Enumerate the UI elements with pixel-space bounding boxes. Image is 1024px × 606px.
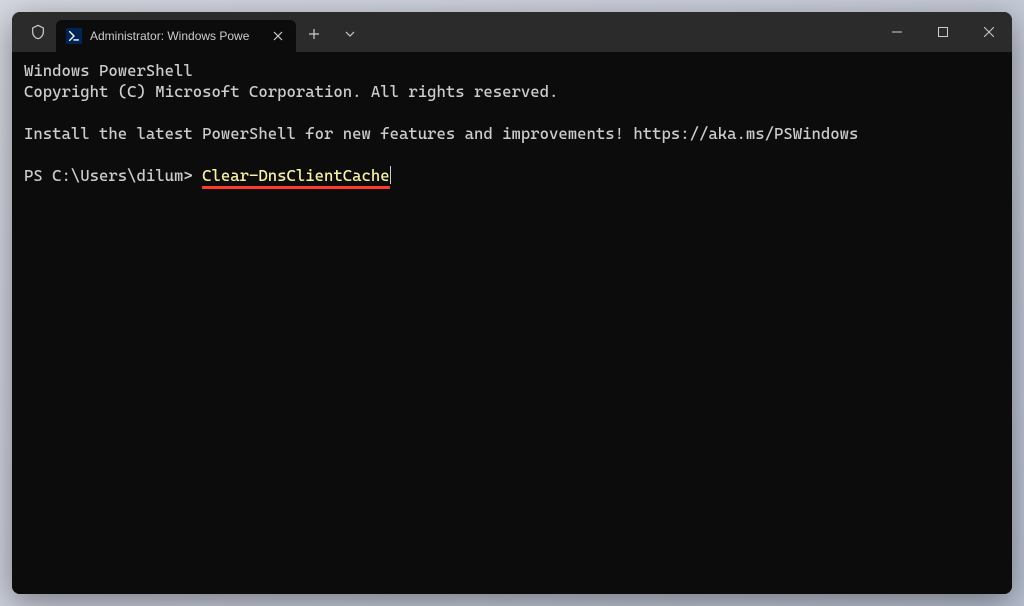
plus-icon [308, 28, 320, 40]
terminal-line: Copyright (C) Microsoft Corporation. All… [24, 81, 1000, 102]
tab-title: Administrator: Windows Powe [90, 29, 264, 43]
annotation-underline [202, 186, 390, 189]
terminal-line: Windows PowerShell [24, 60, 1000, 81]
maximize-button[interactable] [920, 12, 966, 52]
minimize-button[interactable] [874, 12, 920, 52]
terminal-window: Administrator: Windows Powe [12, 12, 1012, 594]
command-text: Clear-DnsClientCache [202, 166, 390, 185]
prompt-text: PS C:\Users\dilum> [24, 165, 202, 186]
titlebar[interactable]: Administrator: Windows Powe [12, 12, 1012, 52]
prompt-line: PS C:\Users\dilum> Clear-DnsClientCache [24, 165, 1000, 186]
terminal-line: Install the latest PowerShell for new fe… [24, 123, 1000, 144]
new-tab-button[interactable] [296, 28, 332, 40]
titlebar-drag-region[interactable] [368, 12, 874, 52]
window-controls [874, 12, 1012, 52]
close-icon [984, 27, 994, 37]
shield-icon [20, 12, 56, 52]
maximize-icon [938, 27, 948, 37]
minimize-icon [892, 27, 902, 37]
terminal-content[interactable]: Windows PowerShell Copyright (C) Microso… [12, 52, 1012, 594]
command-wrap: Clear-DnsClientCache [202, 165, 390, 186]
chevron-down-icon [344, 28, 356, 40]
close-icon [273, 31, 283, 41]
text-cursor [390, 166, 391, 184]
powershell-icon [66, 28, 82, 44]
blank-line [24, 144, 1000, 165]
tab-active[interactable]: Administrator: Windows Powe [56, 20, 296, 52]
close-window-button[interactable] [966, 12, 1012, 52]
tab-dropdown-button[interactable] [332, 28, 368, 40]
titlebar-left: Administrator: Windows Powe [12, 12, 368, 52]
blank-line [24, 102, 1000, 123]
tab-close-button[interactable] [270, 28, 286, 44]
